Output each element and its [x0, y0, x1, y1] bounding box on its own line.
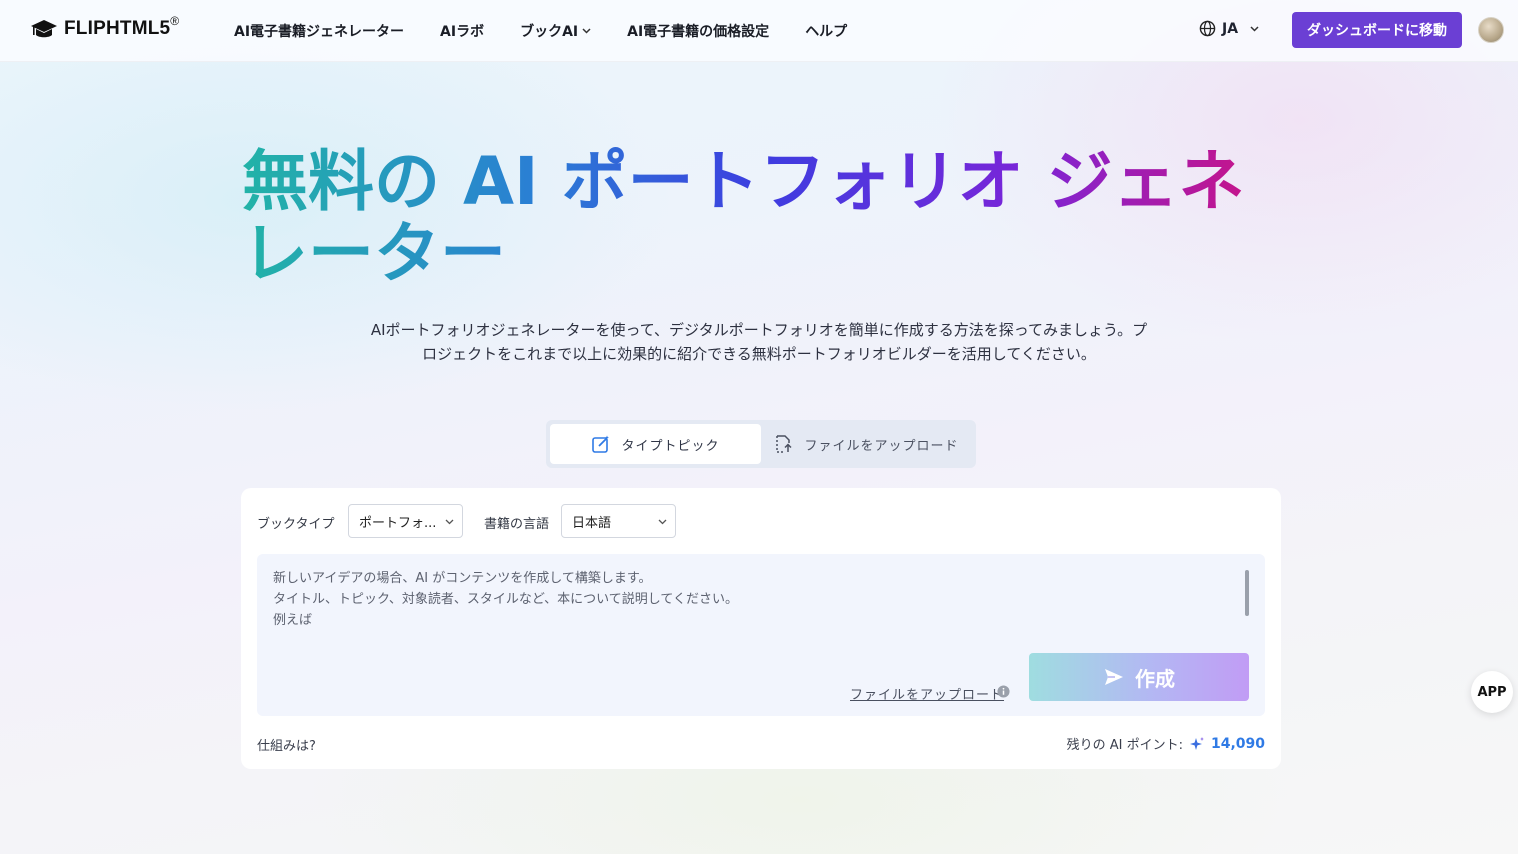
chevron-down-icon	[445, 519, 454, 525]
nav-item-book-ai[interactable]: ブックAI	[520, 21, 591, 41]
language-selector[interactable]: JA	[1199, 20, 1259, 37]
tab-upload-file-label: ファイルをアップロード	[804, 438, 959, 454]
tab-type-topic[interactable]: タイプトピック	[550, 424, 761, 464]
dashboard-button[interactable]: ダッシュボードに移動	[1292, 12, 1462, 48]
language-label: JA	[1222, 20, 1239, 37]
edit-icon	[592, 435, 610, 453]
chevron-down-icon	[658, 519, 667, 525]
send-icon	[1105, 669, 1123, 685]
upload-file-link[interactable]: ファイルをアップロード	[850, 684, 1004, 703]
book-language-label: 書籍の言語	[484, 517, 550, 532]
logo[interactable]: FLIPHTML5®	[30, 14, 180, 40]
file-upload-icon	[776, 435, 793, 453]
page-title-line-1: 無料の AI ポートフォリオ ジェネ	[242, 143, 1245, 220]
create-button-label: 作成	[1135, 666, 1175, 691]
page-title-line-2: レーター	[242, 215, 506, 292]
prompt-scrollbar[interactable]	[1245, 570, 1249, 616]
book-language-value: 日本語	[572, 515, 612, 531]
sparkle-icon	[1189, 736, 1204, 750]
create-button[interactable]: 作成	[1029, 653, 1249, 701]
main-nav: AI電子書籍ジェネレーター AIラボ ブックAI AI電子書籍の価格設定 ヘルプ	[234, 0, 883, 62]
prompt-placeholder: 新しいアイデアの場合、AI がコンテンツを作成して構築します。 タイトル、トピッ…	[273, 571, 739, 628]
nav-item-ai-lab[interactable]: AIラボ	[440, 21, 484, 41]
prompt-textarea[interactable]: 新しいアイデアの場合、AI がコンテンツを作成して構築します。 タイトル、トピッ…	[257, 554, 1265, 716]
globe-icon	[1199, 20, 1216, 37]
app-download-button[interactable]: APP	[1471, 671, 1513, 713]
nav-item-pricing[interactable]: AI電子書籍の価格設定	[627, 21, 769, 41]
top-header: FLIPHTML5® AI電子書籍ジェネレーター AIラボ ブックAI AI電子…	[0, 0, 1518, 62]
nav-item-ebook-generator[interactable]: AI電子書籍ジェネレーター	[234, 21, 404, 41]
ai-points: 残りの AI ポイント: 14,090	[1066, 734, 1265, 754]
page-title: 無料の AI ポートフォリオ ジェネ レーター	[242, 146, 1282, 290]
graduation-cap-icon	[31, 20, 57, 38]
chevron-down-icon	[582, 28, 591, 34]
ai-points-value: 14,090	[1210, 735, 1265, 752]
ai-points-label: 残りの AI ポイント:	[1066, 738, 1183, 753]
how-it-works-link[interactable]: 仕組みは?	[257, 735, 316, 754]
book-language-select[interactable]: 日本語	[561, 504, 676, 538]
info-icon[interactable]	[997, 685, 1010, 698]
page-subtitle: AIポートフォリオジェネレーターを使って、デジタルポートフォリオを簡単に作成する…	[370, 321, 1148, 363]
avatar[interactable]	[1478, 17, 1504, 43]
tab-type-topic-label: タイプトピック	[621, 438, 720, 454]
book-type-value: ポートフォ...	[359, 515, 437, 531]
chevron-down-icon	[1250, 25, 1259, 32]
logo-text: FLIPHTML5®	[64, 14, 180, 39]
nav-item-help[interactable]: ヘルプ	[805, 21, 847, 41]
generator-card: ブックタイプ ポートフォ... 書籍の言語 日本語 新しいアイデアの場合、AI …	[241, 488, 1281, 769]
book-type-label: ブックタイプ	[257, 517, 335, 532]
book-type-select[interactable]: ポートフォ...	[348, 504, 463, 538]
input-mode-tabs: タイプトピック ファイルをアップロード	[546, 420, 976, 468]
tab-upload-file[interactable]: ファイルをアップロード	[761, 424, 972, 464]
